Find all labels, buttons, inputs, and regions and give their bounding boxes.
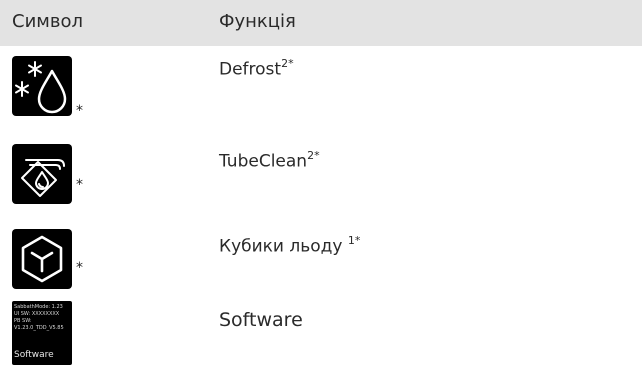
table-row: * Defrost2* (0, 52, 642, 122)
defrost-icon (12, 56, 72, 116)
function-label-tubeclean: TubeClean2* (219, 149, 320, 172)
table-row: * TubeClean2* (0, 138, 642, 208)
header-function: Функція (219, 11, 296, 32)
footnote-asterisk: * (76, 177, 83, 193)
software-screen-preview: SabbathMode: 1.23 UI SW: XXXXXXXX PB SW:… (12, 301, 72, 365)
table-row: SabbathMode: 1.23 UI SW: XXXXXXXX PB SW:… (0, 301, 642, 367)
screen-line: UI SW: XXXXXXXX (14, 311, 60, 317)
screen-line: PB SW: (14, 318, 32, 324)
function-label-software: Software (219, 309, 303, 331)
software-screen-icon: SabbathMode: 1.23 UI SW: XXXXXXXX PB SW:… (12, 301, 72, 365)
ice-cube-icon (12, 229, 72, 289)
screen-title: Software (14, 350, 54, 360)
function-label-ice-cubes: Кубики льоду 1* (219, 234, 361, 257)
function-label-defrost: Defrost2* (219, 57, 294, 80)
footnote-asterisk: * (76, 103, 83, 119)
table-header-row: Символ Функція (0, 0, 642, 46)
footnote-asterisk: * (76, 260, 83, 276)
header-symbol: Символ (12, 11, 83, 32)
table-row: * Кубики льоду 1* (0, 225, 642, 295)
symbol-function-table: Символ Функція * Defrost2* * TubeClean2*… (0, 0, 642, 365)
screen-line: V1.23.0_TDD_V5.85 (14, 325, 64, 331)
tubeclean-icon (12, 144, 72, 204)
screen-line: SabbathMode: 1.23 (14, 304, 63, 310)
